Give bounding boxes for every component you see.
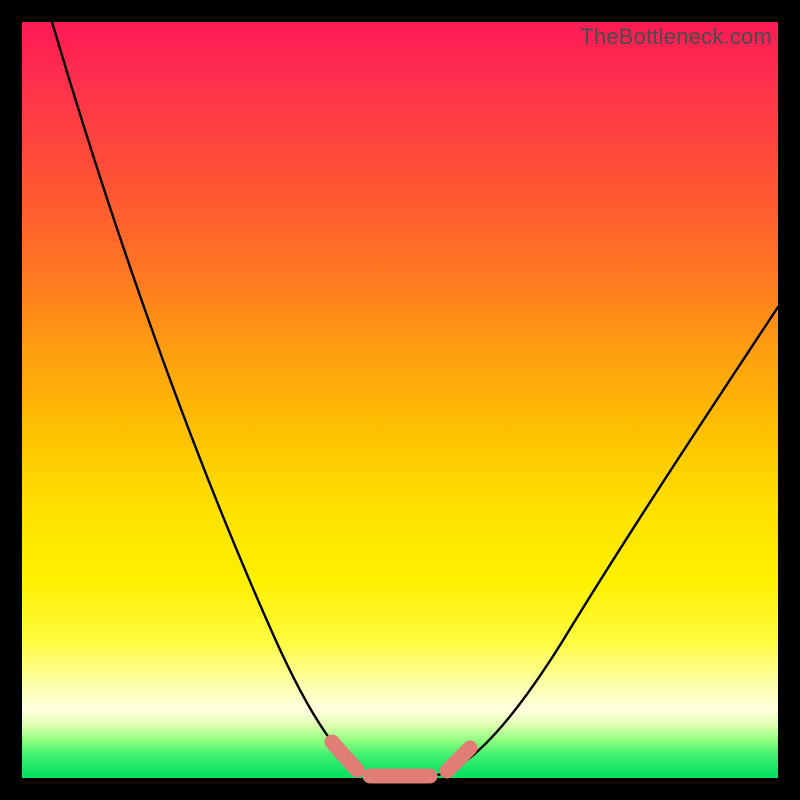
trough-marker-right xyxy=(447,748,470,771)
trough-marker-left xyxy=(332,742,357,770)
bottleneck-curve-svg xyxy=(22,22,778,778)
watermark-text: TheBottleneck.com xyxy=(580,24,772,50)
bottleneck-curve xyxy=(52,22,778,777)
trough-marker-group xyxy=(332,742,470,776)
chart-frame: TheBottleneck.com xyxy=(0,0,800,800)
